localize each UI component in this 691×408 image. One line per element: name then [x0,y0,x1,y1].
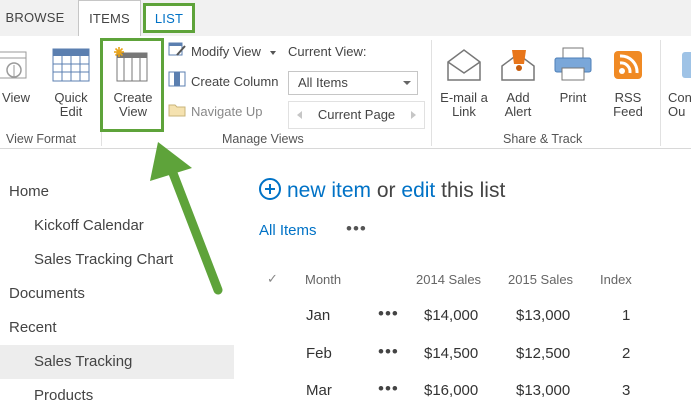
current-page-label: Current Page [317,107,396,122]
this-list-text: this list [441,179,506,202]
create-column-icon [168,71,186,94]
quick-edit-label-1: Quick [54,90,88,105]
column-header-month[interactable]: Month [305,272,341,287]
nav-item-documents[interactable]: Documents [0,277,234,311]
alert-icon [500,46,536,87]
chevron-down-icon [270,50,277,55]
select-all-check-icon[interactable]: ✓ [267,271,278,287]
more-views-icon[interactable]: ••• [346,219,367,239]
modify-view-button[interactable]: Modify View [168,41,277,64]
folder-up-icon [168,101,186,124]
quick-edit-button[interactable]: Quick Edit [48,91,94,119]
email-link-label-1: E-mail a [440,90,488,105]
cell-2015-sales: $13,000 [516,382,571,399]
column-header-2015-sales[interactable]: 2015 Sales [508,272,573,287]
tab-items[interactable]: ITEMS [78,0,141,36]
tab-list[interactable]: LIST [143,3,195,33]
cell-index: 1 [622,307,631,324]
current-page-pager: Current Page [288,101,425,129]
current-view-label: Current View: [288,44,367,59]
print-label: Print [559,90,587,105]
nav-item-sales-tracking[interactable]: Sales Tracking [0,345,234,379]
nav-item-recent[interactable]: Recent [0,311,234,345]
ribbon-separator [431,40,432,146]
cell-index: 2 [622,345,631,362]
email-icon [446,48,482,87]
nav-item-kickoff-calendar[interactable]: Kickoff Calendar [0,209,234,243]
rss-icon [613,50,643,85]
previous-page-icon[interactable] [297,111,302,119]
next-page-icon[interactable] [411,111,416,119]
nav-item-home[interactable]: Home [0,175,234,209]
group-label-share-track: Share & Track [503,132,583,146]
cell-month[interactable]: Mar [306,382,332,399]
cell-month[interactable]: Jan [306,307,330,324]
email-link-label-2: Link [452,104,476,119]
view-icon [0,48,30,89]
rss-feed-button[interactable]: RSS Feed [608,91,648,119]
printer-icon [553,46,593,87]
add-alert-label-2: Alert [504,104,532,119]
quick-edit-icon [52,48,90,87]
cell-2015-sales: $13,000 [516,307,571,324]
cell-index: 3 [622,382,631,399]
create-view-highlight [100,38,164,132]
cell-2014-sales: $14,000 [424,307,479,324]
group-label-manage-views: Manage Views [222,132,304,146]
add-icon[interactable] [259,178,281,200]
connect-label-2: Ou [668,104,686,119]
tab-browse[interactable]: BROWSE [0,0,70,36]
navigate-up-label: Navigate Up [191,104,263,119]
rss-feed-label-1: RSS [614,90,642,105]
list-command-bar: new item or edit this list [259,177,505,205]
sharepoint-list-page: BROWSE ITEMS LIST View Quick Edit View F… [0,0,691,408]
current-view-dropdown[interactable]: All Items [288,71,418,95]
modify-view-label: Modify View [191,44,261,59]
nav-item-sales-tracking-chart[interactable]: Sales Tracking Chart [0,243,234,277]
nav-item-products[interactable]: Products [0,379,234,408]
add-alert-button[interactable]: Add Alert [498,91,538,119]
current-view-value: All Items [298,75,348,90]
ribbon: View Quick Edit View Format Create View … [0,36,691,149]
connect-label-1: Con [668,90,691,105]
row-menu-icon[interactable]: ••• [378,304,399,324]
quick-edit-label-2: Edit [59,104,83,119]
view-selector-all-items[interactable]: All Items [259,222,317,239]
cell-2014-sales: $16,000 [424,382,479,399]
cell-month[interactable]: Feb [306,345,332,362]
ribbon-tabs: BROWSE ITEMS LIST [0,0,691,36]
new-item-link[interactable]: new item [287,179,371,202]
email-link-button[interactable]: E-mail a Link [436,91,492,119]
cell-2014-sales: $14,500 [424,345,479,362]
column-header-2014-sales[interactable]: 2014 Sales [416,272,481,287]
create-column-label: Create Column [191,74,279,89]
print-button[interactable]: Print [553,91,593,105]
edit-link[interactable]: edit [401,179,435,202]
modify-view-icon [168,41,186,64]
add-alert-label-1: Add [506,90,530,105]
navigate-up-button[interactable]: Navigate Up [168,101,263,123]
row-menu-icon[interactable]: ••• [378,379,399,399]
connect-icon [680,50,691,85]
view-button[interactable]: View [0,91,32,105]
rss-feed-label-2: Feed [613,104,643,119]
cell-2015-sales: $12,500 [516,345,571,362]
or-text: or [376,179,396,202]
row-menu-icon[interactable]: ••• [378,342,399,362]
group-label-view-format: View Format [6,132,76,146]
dropdown-caret-icon [403,81,411,85]
connect-button[interactable]: Con Ou [668,91,691,119]
column-header-index[interactable]: Index [600,272,632,287]
ribbon-separator [660,40,661,146]
create-column-button[interactable]: Create Column [168,71,278,93]
view-label: View [2,90,30,105]
